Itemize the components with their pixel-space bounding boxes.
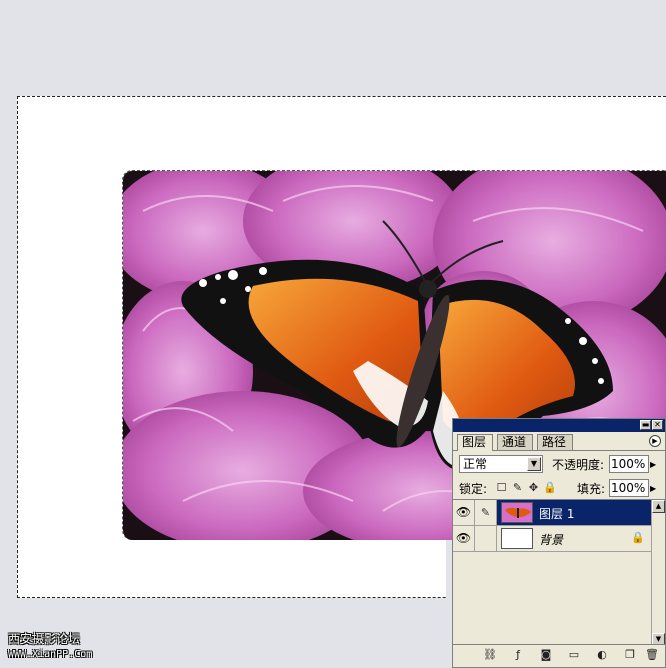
- eye-icon[interactable]: 👁: [453, 526, 475, 551]
- layer-style-icon[interactable]: ƒ: [511, 648, 525, 662]
- link-layers-icon[interactable]: ⛓: [483, 648, 497, 662]
- layer-row[interactable]: 👁 ✎ 图层 1: [453, 500, 651, 526]
- fill-slider-icon[interactable]: ▶: [650, 484, 656, 493]
- lock-label: 锁定:: [459, 482, 488, 496]
- lock-transparency-icon[interactable]: ☐: [495, 481, 508, 494]
- lock-all-icon[interactable]: 🔒: [543, 481, 557, 494]
- tab-channels[interactable]: 通道: [497, 434, 534, 450]
- chevron-down-icon[interactable]: ▼: [527, 457, 541, 471]
- opacity-slider-icon[interactable]: ▶: [650, 460, 656, 469]
- tab-layers[interactable]: 图层: [457, 434, 494, 451]
- blend-opacity-row: 正常 ▼ 不透明度: 100% ▶: [459, 455, 661, 475]
- minimize-icon[interactable]: ▬: [640, 420, 651, 430]
- layer-row[interactable]: 👁 背景 🔒: [453, 526, 651, 552]
- add-mask-icon[interactable]: ◙: [539, 648, 553, 662]
- layer-name: 图层 1: [539, 507, 575, 521]
- layers-scrollbar[interactable]: ▲ ▼: [651, 500, 665, 646]
- opacity-label: 不透明度:: [552, 458, 605, 472]
- layer-name: 背景: [539, 533, 564, 547]
- lock-icon: 🔒: [631, 531, 645, 544]
- close-icon[interactable]: ✕: [652, 420, 663, 430]
- scroll-up-icon[interactable]: ▲: [652, 500, 665, 513]
- palette-titlebar[interactable]: ▬ ✕: [453, 419, 665, 432]
- watermark: 西安摄影论坛 WWW.XianPP.Com: [8, 632, 92, 662]
- brush-icon[interactable]: ✎: [475, 500, 497, 525]
- lock-move-icon[interactable]: ✥: [527, 481, 540, 494]
- eye-icon[interactable]: 👁: [453, 500, 475, 525]
- new-layer-icon[interactable]: ❐: [623, 648, 637, 662]
- lock-brush-icon[interactable]: ✎: [511, 481, 524, 494]
- fill-label: 填充:: [577, 482, 606, 496]
- layers-palette: ▬ ✕ 图层 通道 路径 ▶ 正常 ▼ 不透明度: 100% ▶ 锁定: ☐ ✎…: [452, 418, 666, 668]
- lock-fill-row: 锁定: ☐ ✎ ✥ 🔒 填充: 100% ▶: [459, 479, 661, 497]
- trash-icon[interactable]: 🗑: [645, 648, 659, 662]
- layer-thumbnail: [501, 528, 533, 549]
- palette-tabs: 图层 通道 路径 ▶: [453, 432, 665, 451]
- watermark-title: 西安摄影论坛: [8, 632, 81, 646]
- tab-paths[interactable]: 路径: [537, 434, 574, 450]
- layers-list: 👁 ✎ 图层 1 👁 背景 🔒 ▲ ▼: [453, 499, 665, 646]
- palette-menu-icon[interactable]: ▶: [649, 435, 661, 447]
- link-slot[interactable]: [475, 526, 497, 551]
- new-set-icon[interactable]: ▭: [567, 648, 581, 662]
- adjustment-layer-icon[interactable]: ◐: [595, 648, 609, 662]
- fill-input[interactable]: 100%: [609, 479, 649, 497]
- palette-bottom-bar: ⛓ ƒ ◙ ▭ ◐ ❐ 🗑: [453, 644, 665, 667]
- blend-mode-select[interactable]: 正常 ▼: [459, 455, 543, 473]
- watermark-url: WWW.XianPP.Com: [8, 649, 93, 660]
- layer-thumbnail: [501, 502, 533, 523]
- blend-mode-value: 正常: [463, 457, 488, 471]
- opacity-input[interactable]: 100%: [609, 455, 649, 473]
